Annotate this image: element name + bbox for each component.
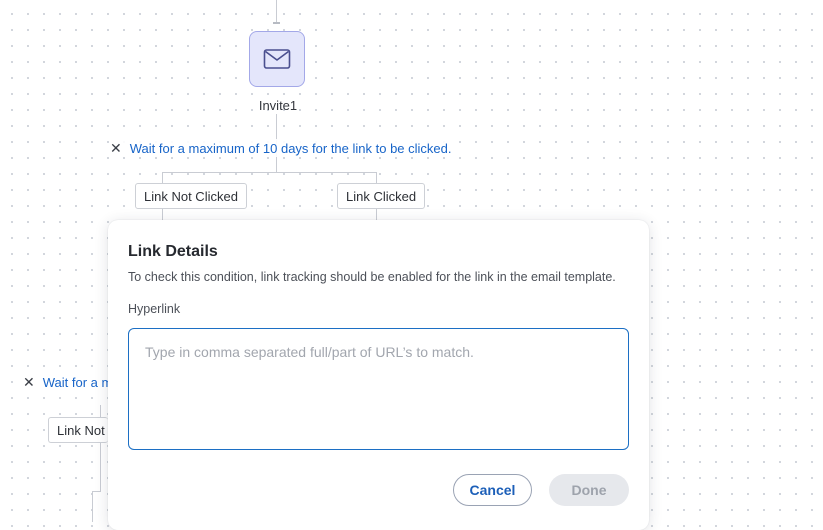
connector-line (92, 491, 101, 492)
link-details-modal: Link Details To check this condition, li… (108, 220, 649, 530)
modal-description: To check this condition, link tracking s… (128, 270, 616, 284)
close-icon[interactable]: ✕ (110, 141, 122, 155)
email-node[interactable] (249, 31, 305, 87)
envelope-icon (263, 49, 291, 69)
close-icon[interactable]: ✕ (23, 375, 35, 389)
hyperlink-input[interactable] (128, 328, 629, 450)
connector-line (162, 172, 377, 173)
connector-line (100, 441, 101, 491)
hyperlink-label: Hyperlink (128, 302, 181, 316)
branch-link-not-clicked-partial[interactable]: Link Not C (48, 417, 108, 443)
cancel-button[interactable]: Cancel (453, 474, 532, 506)
wait-condition-partial[interactable]: ✕ Wait for a m (23, 373, 108, 391)
modal-title: Link Details (128, 243, 218, 260)
email-node-label: Invite1 (258, 98, 298, 113)
wait-condition-text[interactable]: Wait for a maximum of 10 days for the li… (130, 141, 452, 156)
connector-line (92, 491, 93, 522)
connector-line (100, 405, 101, 417)
branch-link-not-clicked[interactable]: Link Not Clicked (135, 183, 247, 209)
wait-condition[interactable]: ✕ Wait for a maximum of 10 days for the … (110, 139, 452, 157)
connector-arrow (273, 22, 280, 24)
branch-link-clicked[interactable]: Link Clicked (337, 183, 426, 209)
done-button[interactable]: Done (549, 474, 629, 506)
connector-line (276, 0, 277, 24)
wait-condition-partial-text[interactable]: Wait for a m (43, 375, 108, 390)
